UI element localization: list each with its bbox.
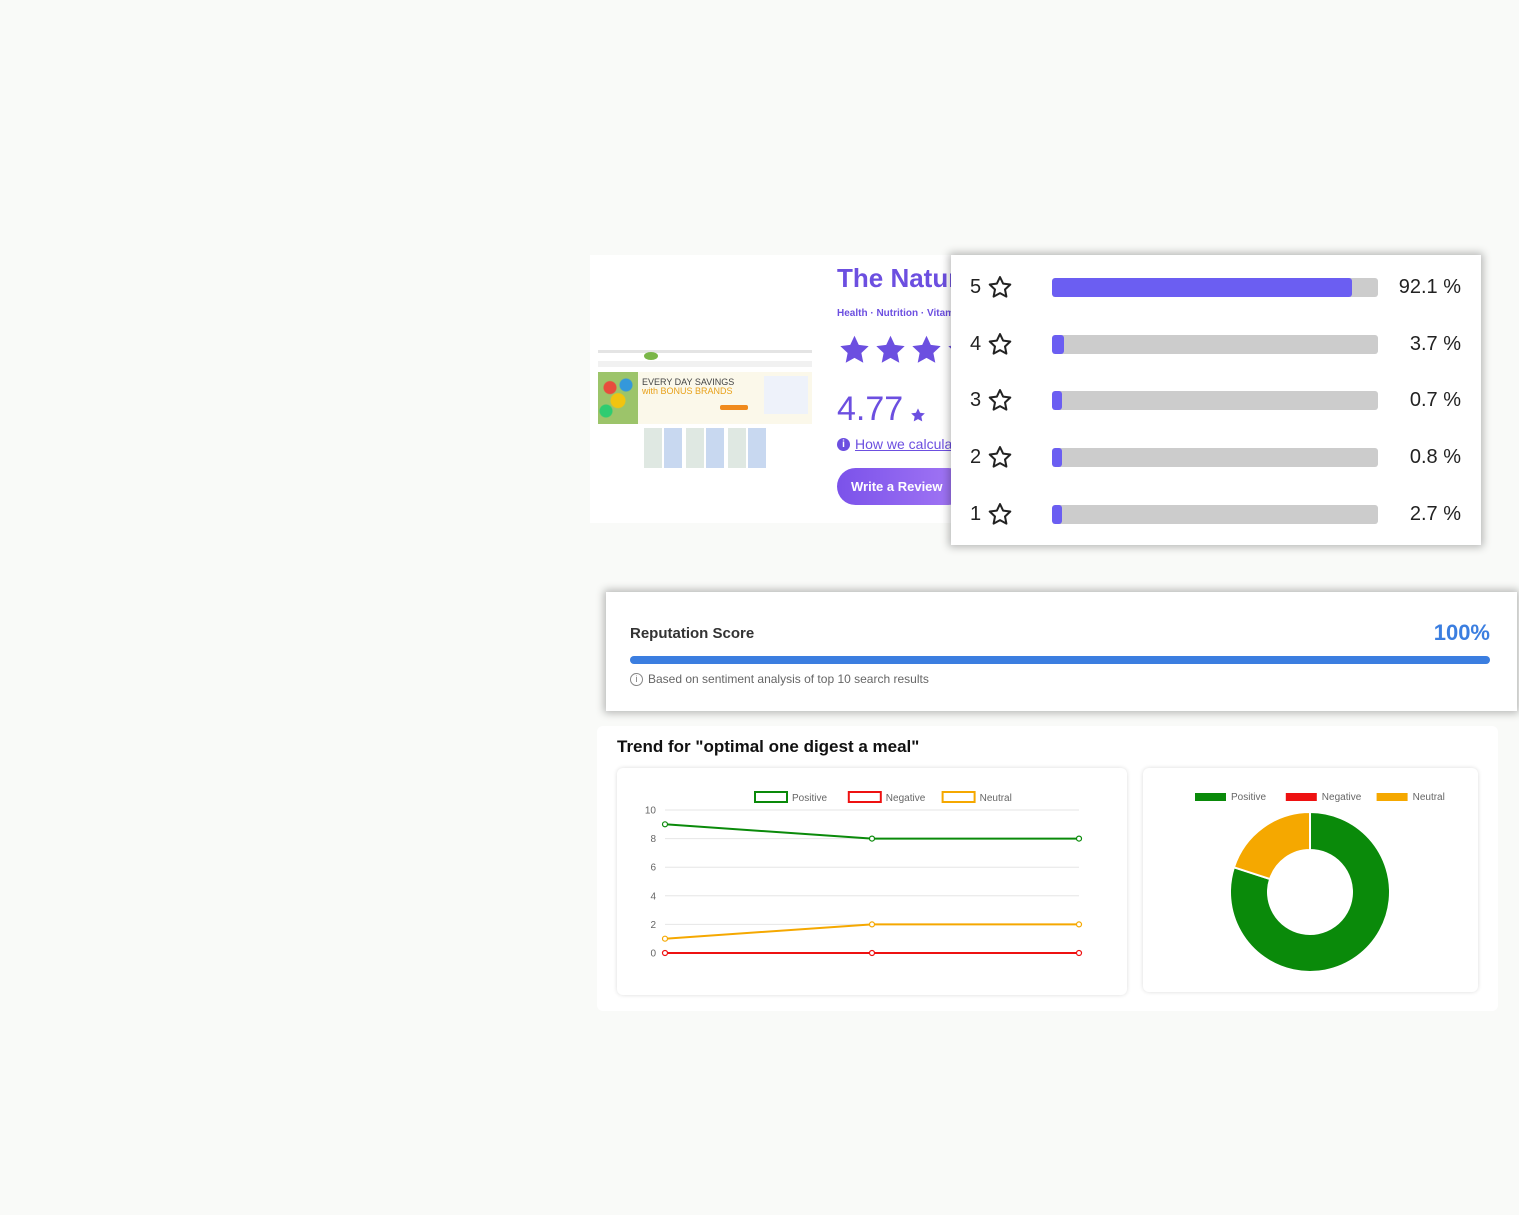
business-card: EVERY DAY SAVINGS with BONUS BRANDS The … — [590, 255, 970, 523]
thumbnail-product-grid — [644, 428, 770, 468]
distribution-bar-track — [1052, 278, 1378, 297]
star-count-label: 2 — [970, 446, 982, 469]
sentiment-donut-chart: Positive Negative Neutral — [1195, 792, 1445, 973]
thumbnail-nav — [598, 361, 812, 367]
y-tick-label: 10 — [645, 806, 657, 817]
data-point[interactable] — [1075, 949, 1083, 957]
distribution-row-2[interactable]: 2 0.8 % — [951, 443, 1481, 473]
reputation-title: Reputation Score — [630, 625, 755, 642]
donut-slice-neutral[interactable] — [1232, 810, 1311, 881]
legend-swatch — [941, 791, 976, 803]
thumbnail-topbar — [598, 350, 812, 353]
how-we-calculate-link[interactable]: How we calcula — [855, 436, 952, 452]
legend-label: Positive — [792, 793, 827, 804]
distribution-percent: 92.1 % — [1398, 276, 1461, 298]
reputation-note-text: Based on sentiment analysis of top 10 se… — [648, 672, 929, 686]
reputation-score-card: Reputation Score 100% i Based on sentime… — [606, 592, 1517, 711]
legend-label: Neutral — [1413, 792, 1445, 803]
star-icon — [911, 408, 925, 422]
distribution-bar-track — [1052, 391, 1378, 411]
trend-title: Trend for "optimal one digest a meal" — [617, 737, 920, 756]
business-title[interactable]: The Natur — [837, 263, 958, 294]
reputation-score: 100% — [1433, 620, 1490, 645]
data-point[interactable] — [868, 949, 876, 957]
reputation-progress-fill — [630, 656, 1490, 664]
star-outline-icon — [988, 502, 1012, 525]
legend-label: Neutral — [980, 793, 1012, 804]
data-point[interactable] — [1075, 921, 1083, 928]
star-outline-icon — [988, 332, 1012, 355]
y-tick-label: 4 — [650, 891, 656, 902]
legend-label: Negative — [886, 793, 926, 804]
star-outline-icon — [988, 276, 1012, 298]
data-point[interactable] — [661, 821, 669, 828]
data-point[interactable] — [1075, 835, 1083, 842]
legend-swatch — [1195, 793, 1226, 801]
star-count-label: 3 — [970, 389, 982, 412]
website-thumbnail[interactable]: EVERY DAY SAVINGS with BONUS BRANDS — [598, 350, 812, 472]
legend-swatch — [1285, 793, 1317, 801]
star-count-label: 1 — [970, 502, 982, 525]
star-outline-icon — [988, 389, 1012, 411]
legend-label: Positive — [1231, 792, 1266, 803]
site-logo-icon — [644, 352, 658, 360]
star-count-label: 5 — [970, 276, 982, 298]
star-icon — [912, 335, 941, 363]
donut-chart-panel: Positive Negative Neutral — [1143, 768, 1478, 992]
star-icon — [840, 335, 869, 363]
legend-swatch — [1376, 793, 1408, 801]
distribution-percent: 2.7 % — [1409, 502, 1461, 525]
distribution-percent: 0.8 % — [1409, 446, 1461, 469]
reputation-note: i Based on sentiment analysis of top 10 … — [630, 672, 929, 686]
legend-swatch — [754, 791, 788, 803]
data-point[interactable] — [868, 921, 876, 928]
distribution-row-5[interactable]: 5 92.1 % — [951, 273, 1481, 303]
distribution-row-1[interactable]: 1 2.7 % — [951, 500, 1481, 530]
distribution-bar-fill — [1052, 504, 1063, 524]
trend-section: Trend for "optimal one digest a meal" Po… — [597, 726, 1498, 1011]
distribution-row-4[interactable]: 4 3.7 % — [951, 330, 1481, 360]
thumbnail-shop-button — [720, 405, 748, 410]
distribution-percent: 0.7 % — [1409, 389, 1461, 412]
write-review-button[interactable]: Write a Review — [837, 468, 967, 505]
info-icon: i — [837, 437, 850, 451]
distribution-row-3[interactable]: 3 0.7 % — [951, 386, 1481, 416]
distribution-percent: 3.7 % — [1409, 332, 1461, 355]
sentiment-line-chart: Positive Negative Neutral 0 2 4 6 8 10 — [645, 791, 1083, 960]
y-tick-label: 2 — [650, 920, 656, 931]
data-point[interactable] — [661, 935, 669, 942]
star-icon — [876, 335, 905, 363]
reputation-progress-track — [630, 656, 1490, 664]
star-count-label: 4 — [970, 332, 982, 355]
how-we-calculate[interactable]: i How we calcula — [837, 436, 952, 452]
y-tick-label: 6 — [650, 863, 656, 874]
rating-distribution: 5 92.1 % 4 3.7 % 3 0.7 % 2 0.8 % 1 2.7 % — [951, 255, 1481, 545]
rating-value: 4.77 — [837, 390, 904, 428]
distribution-bar-fill — [1052, 391, 1063, 411]
legend-swatch — [847, 791, 882, 803]
distribution-bar-track — [1052, 448, 1378, 468]
distribution-bar-fill — [1052, 448, 1063, 468]
y-tick-label: 0 — [650, 949, 656, 960]
star-outline-icon — [988, 446, 1012, 468]
data-point[interactable] — [661, 949, 669, 957]
data-point[interactable] — [868, 835, 876, 842]
distribution-bar-track — [1052, 504, 1378, 524]
business-categories: Health · Nutrition · Vitami — [837, 308, 957, 319]
y-tick-label: 8 — [650, 834, 656, 845]
legend-label: Negative — [1322, 792, 1362, 803]
thumbnail-brand-panel — [764, 376, 808, 414]
distribution-bar-fill — [1052, 278, 1353, 297]
balloons-image — [598, 372, 638, 424]
distribution-bar-track — [1052, 334, 1378, 354]
distribution-bar-fill — [1052, 334, 1065, 354]
thumbnail-subheadline: with BONUS BRANDS — [642, 386, 733, 396]
line-chart-panel: Positive Negative Neutral 0 2 4 6 8 10 — [617, 768, 1127, 995]
info-icon: i — [630, 672, 643, 686]
